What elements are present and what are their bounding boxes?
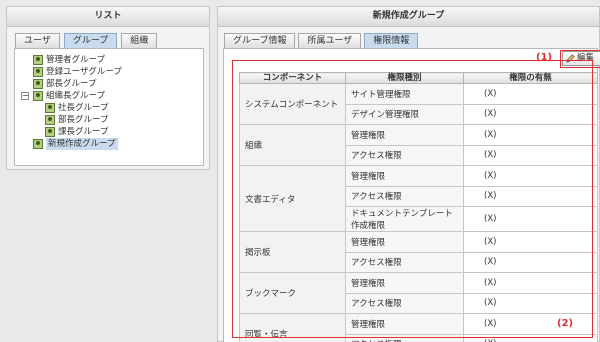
- group-icon: [33, 139, 43, 149]
- tree-item-label: 組織長グループ: [46, 91, 105, 101]
- detail-panel-title: 新規作成グループ: [218, 7, 599, 27]
- tree-item-label: 管理者グループ: [46, 55, 105, 65]
- tree-item-label: 部長グループ: [46, 79, 97, 89]
- tree-item-label: 課長グループ: [58, 127, 109, 137]
- collapse-icon[interactable]: −: [21, 92, 29, 100]
- tree-item-section-group[interactable]: 課長グループ: [15, 126, 203, 138]
- tree-item-label: 部長グループ: [58, 115, 109, 125]
- tab-users[interactable]: ユーザ: [15, 33, 60, 48]
- callout-2: (2): [557, 318, 574, 329]
- tree-item-manager-group[interactable]: 部長グループ: [15, 78, 203, 90]
- group-icon: [33, 79, 43, 89]
- group-icon: [33, 55, 43, 65]
- table-highlight-box: [232, 60, 593, 338]
- group-icon: [33, 91, 43, 101]
- list-tabs: ユーザ グループ 組織: [15, 33, 158, 48]
- tree-item-label: 社長グループ: [58, 103, 109, 113]
- tab-organizations[interactable]: 組織: [121, 33, 158, 48]
- list-panel: リスト ユーザ グループ 組織 管理者グループ 登録ユーザグループ 部長グループ…: [6, 6, 210, 170]
- tab-permissions[interactable]: 権限情報: [364, 33, 419, 48]
- tree-item-new-group[interactable]: 新規作成グループ: [15, 138, 203, 150]
- tree-item-label: 登録ユーザグループ: [46, 67, 122, 77]
- tree-item-department-group[interactable]: 部長グループ: [15, 114, 203, 126]
- tree-item-org-head-group[interactable]: − 組織長グループ: [15, 90, 203, 102]
- group-icon: [45, 127, 55, 137]
- group-tree: 管理者グループ 登録ユーザグループ 部長グループ − 組織長グループ 社長グルー…: [14, 48, 204, 166]
- tab-members[interactable]: 所属ユーザ: [298, 33, 362, 48]
- tree-item-label: 新規作成グループ: [46, 138, 118, 150]
- group-icon: [45, 103, 55, 113]
- detail-tabs: グループ情報 所属ユーザ 権限情報: [224, 33, 419, 48]
- tab-groups[interactable]: グループ: [63, 33, 118, 48]
- tree-item-admin-group[interactable]: 管理者グループ: [15, 54, 203, 66]
- list-panel-title: リスト: [7, 7, 209, 27]
- tree-item-president-group[interactable]: 社長グループ: [15, 102, 203, 114]
- group-icon: [33, 67, 43, 77]
- tab-group-info[interactable]: グループ情報: [224, 33, 296, 48]
- group-icon: [45, 115, 55, 125]
- tree-item-registered-users[interactable]: 登録ユーザグループ: [15, 66, 203, 78]
